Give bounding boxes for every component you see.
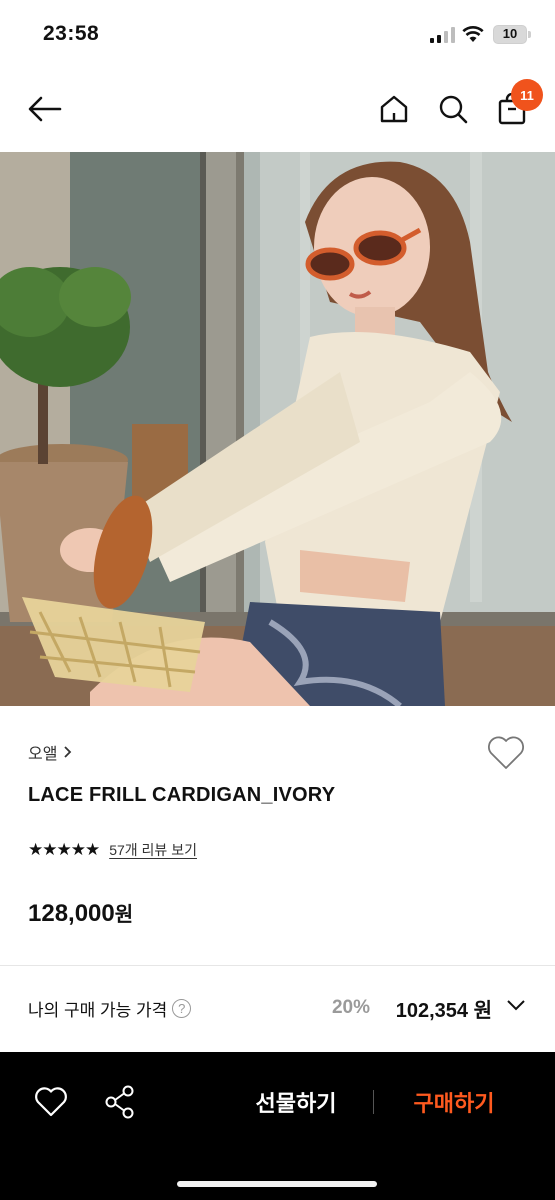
cart-count-badge: 11: [511, 79, 543, 111]
home-icon: [380, 95, 408, 123]
product-photo: [0, 152, 555, 706]
my-price-label: 나의 구매 가능 가격: [28, 1000, 168, 1020]
my-price-value: 102,354 원: [395, 999, 492, 1022]
wifi-icon: [462, 26, 484, 42]
review-link[interactable]: 57개 리뷰 보기: [109, 840, 197, 860]
product-name: LACE FRILL CARDIGAN_IVORY: [28, 784, 336, 806]
home-button[interactable]: [374, 89, 414, 129]
bottom-action-bar: 선물하기 구매하기: [0, 1052, 555, 1200]
help-icon[interactable]: ?: [172, 998, 192, 1018]
home-indicator[interactable]: [177, 1181, 377, 1187]
discount-rate: 20%: [331, 997, 370, 1018]
battery-tip: [528, 31, 531, 38]
price-value: 128,000: [28, 900, 115, 927]
star-rating: ★★★★★: [28, 840, 100, 859]
product-image[interactable]: [0, 152, 555, 706]
wishlist-button[interactable]: [486, 735, 526, 773]
heart-outline-icon: [488, 736, 524, 769]
divider: [0, 965, 555, 966]
price-unit: 원: [114, 904, 134, 926]
gift-button[interactable]: 선물하기: [240, 1086, 352, 1118]
status-time: 23:58: [43, 22, 100, 45]
buy-button[interactable]: 구매하기: [398, 1086, 510, 1118]
search-button[interactable]: [433, 89, 473, 129]
status-bar: 23:58 10: [0, 0, 555, 70]
top-nav: 11: [0, 75, 555, 145]
my-price-row[interactable]: 나의 구매 가능 가격 ? 20% 102,354 원: [28, 990, 528, 1026]
share-icon: [105, 1085, 134, 1119]
brand-name: 오앨: [28, 746, 58, 763]
brand-link[interactable]: 오앨: [28, 740, 72, 764]
heart-icon: [35, 1087, 67, 1117]
chevron-right-icon: [64, 746, 72, 758]
button-separator: [373, 1090, 374, 1114]
search-icon: [439, 95, 468, 124]
signal-icon: [430, 27, 455, 43]
like-button[interactable]: [34, 1086, 68, 1118]
arrow-left-icon: [28, 96, 62, 122]
back-button[interactable]: [25, 89, 65, 129]
chevron-down-icon[interactable]: [506, 998, 526, 1012]
share-button[interactable]: [104, 1084, 136, 1120]
rating-row: ★★★★★ 57개 리뷰 보기: [28, 840, 197, 860]
product-price: 128,000원: [28, 898, 133, 928]
battery-icon: 10: [493, 25, 527, 44]
